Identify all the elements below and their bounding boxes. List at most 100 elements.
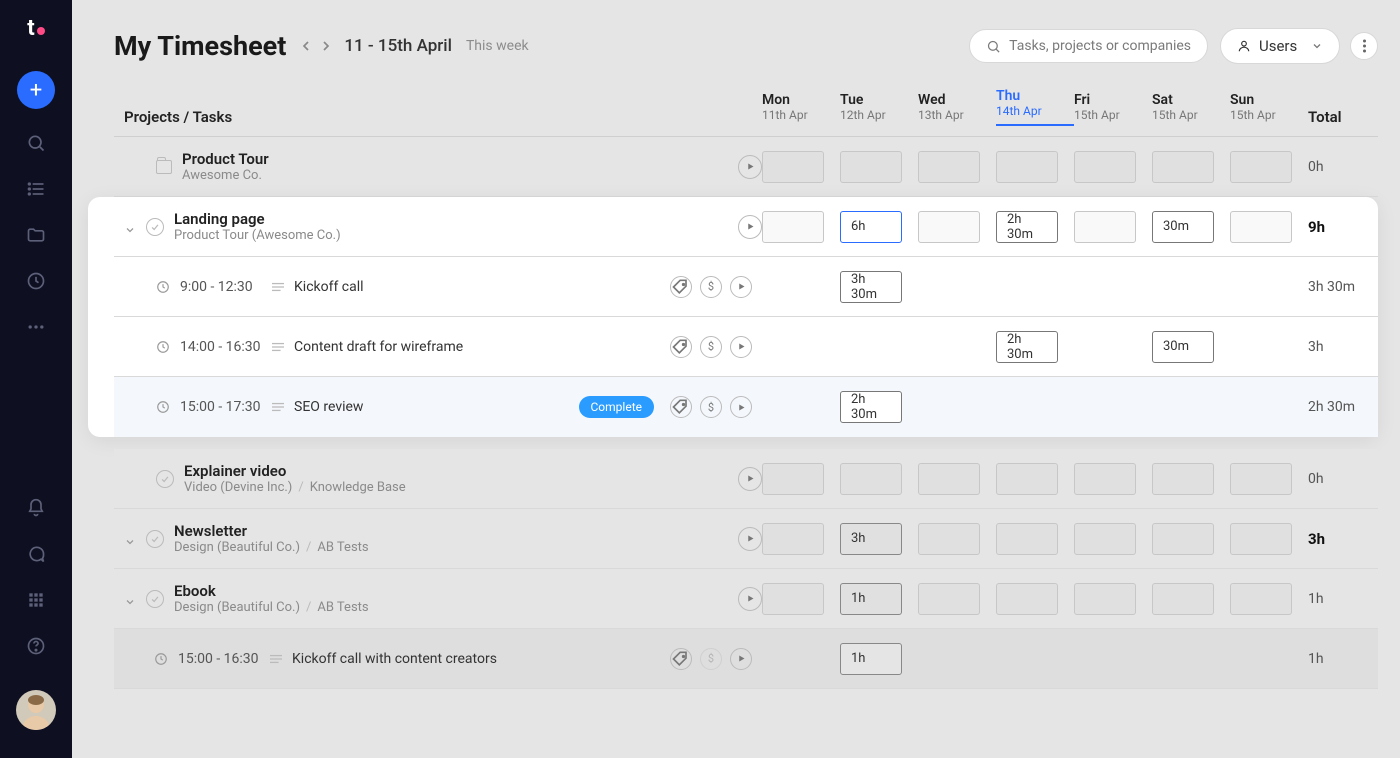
chevron-down-icon <box>1311 40 1323 52</box>
time-cell[interactable] <box>840 463 902 495</box>
play-button[interactable] <box>738 155 762 179</box>
user-avatar[interactable] <box>16 690 56 730</box>
time-cell[interactable] <box>1074 211 1136 243</box>
time-cell[interactable]: 6h <box>840 211 902 243</box>
chat-icon[interactable] <box>26 544 46 564</box>
users-dropdown[interactable]: Users <box>1220 28 1340 64</box>
row-landing-page: Landing page Product Tour (Awesome Co.) … <box>114 197 1378 257</box>
time-cell[interactable] <box>918 583 980 615</box>
time-cell[interactable] <box>1152 523 1214 555</box>
billable-button[interactable]: $ <box>700 648 722 670</box>
time-cell[interactable] <box>1152 463 1214 495</box>
day-sat: Sat <box>1152 92 1230 108</box>
time-cell[interactable]: 2h 30m <box>996 331 1058 363</box>
time-cell[interactable] <box>918 523 980 555</box>
play-button[interactable] <box>738 215 762 239</box>
more-menu[interactable] <box>1350 32 1378 60</box>
time-cell[interactable] <box>1230 151 1292 183</box>
complete-badge: Complete <box>579 396 655 418</box>
play-button[interactable] <box>738 587 762 611</box>
time-cell[interactable] <box>1230 583 1292 615</box>
lines-icon <box>270 653 282 665</box>
row-total: 1h <box>1308 591 1378 607</box>
search-icon[interactable] <box>26 133 46 153</box>
play-button[interactable] <box>730 276 752 298</box>
time-cell[interactable] <box>918 151 980 183</box>
check-icon[interactable] <box>146 218 164 236</box>
time-cell[interactable] <box>1230 523 1292 555</box>
billable-button[interactable]: $ <box>700 276 722 298</box>
user-icon <box>1237 39 1251 53</box>
time-cell[interactable] <box>918 463 980 495</box>
row-ebook: Ebook Design (Beautiful Co.)/AB Tests 1h… <box>114 569 1378 629</box>
time-cell[interactable] <box>1230 463 1292 495</box>
subtask-name: Kickoff call <box>294 279 364 295</box>
time-cell[interactable] <box>1152 151 1214 183</box>
row-total: 3h <box>1308 530 1378 548</box>
billable-button[interactable]: $ <box>700 336 722 358</box>
next-arrow[interactable] <box>318 38 334 54</box>
time-cell[interactable] <box>996 463 1058 495</box>
check-icon[interactable] <box>146 590 164 608</box>
tag-button[interactable] <box>670 276 692 298</box>
project-sub: Awesome Co. <box>182 168 269 183</box>
time-cell[interactable] <box>1074 463 1136 495</box>
clock-icon <box>156 280 170 294</box>
time-cell[interactable] <box>918 211 980 243</box>
app-logo: t <box>27 16 44 41</box>
search-icon <box>986 39 1001 54</box>
time-cell[interactable] <box>996 523 1058 555</box>
time-cell[interactable] <box>762 463 824 495</box>
time-cell[interactable] <box>1152 583 1214 615</box>
time-cell[interactable] <box>840 151 902 183</box>
clock-icon[interactable] <box>26 271 46 291</box>
search-input[interactable]: Tasks, projects or companies <box>969 29 1208 63</box>
time-cell[interactable] <box>1230 211 1292 243</box>
list-icon[interactable] <box>26 179 46 199</box>
time-cell[interactable] <box>762 211 824 243</box>
tag-button[interactable] <box>670 648 692 670</box>
tag-button[interactable] <box>670 396 692 418</box>
lines-icon <box>272 281 284 293</box>
task-name: Explainer video <box>184 462 406 480</box>
main-content: My Timesheet 11 - 15th April This week T… <box>72 0 1400 758</box>
time-cell[interactable]: 1h <box>840 643 902 675</box>
check-icon[interactable] <box>156 470 174 488</box>
prev-arrow[interactable] <box>298 38 314 54</box>
tag-button[interactable] <box>670 336 692 358</box>
time-cell[interactable]: 3h 30m <box>840 271 902 303</box>
check-icon[interactable] <box>146 530 164 548</box>
time-cell[interactable] <box>1074 523 1136 555</box>
billable-button[interactable]: $ <box>700 396 722 418</box>
time-cell[interactable] <box>1074 151 1136 183</box>
time-cell[interactable] <box>1074 583 1136 615</box>
time-cell[interactable] <box>996 583 1058 615</box>
time-cell[interactable] <box>762 523 824 555</box>
bell-icon[interactable] <box>26 498 46 518</box>
chevron-down-icon[interactable] <box>124 533 136 545</box>
time-cell[interactable]: 1h <box>840 583 902 615</box>
time-cell[interactable]: 30m <box>1152 211 1214 243</box>
more-icon[interactable] <box>26 317 46 337</box>
time-cell[interactable]: 2h 30m <box>996 211 1058 243</box>
add-button[interactable]: + <box>17 71 55 109</box>
play-button[interactable] <box>738 467 762 491</box>
time-cell[interactable]: 30m <box>1152 331 1214 363</box>
time-cell[interactable] <box>996 151 1058 183</box>
help-icon[interactable] <box>26 636 46 656</box>
play-button[interactable] <box>738 527 762 551</box>
subrow-seo-review: 15:00 - 17:30 SEO review Complete $ 2h 3… <box>114 377 1378 437</box>
chevron-down-icon[interactable] <box>124 593 136 605</box>
folder-icon[interactable] <box>26 225 46 245</box>
play-button[interactable] <box>730 648 752 670</box>
play-button[interactable] <box>730 336 752 358</box>
play-button[interactable] <box>730 396 752 418</box>
chevron-down-icon[interactable] <box>124 221 136 233</box>
clock-icon <box>156 340 170 354</box>
time-cell[interactable] <box>762 151 824 183</box>
time-cell[interactable]: 2h 30m <box>840 391 902 423</box>
time-cell[interactable]: 3h <box>840 523 902 555</box>
grid-icon[interactable] <box>26 590 46 610</box>
time-cell[interactable] <box>762 583 824 615</box>
row-total: 0h <box>1308 471 1378 487</box>
